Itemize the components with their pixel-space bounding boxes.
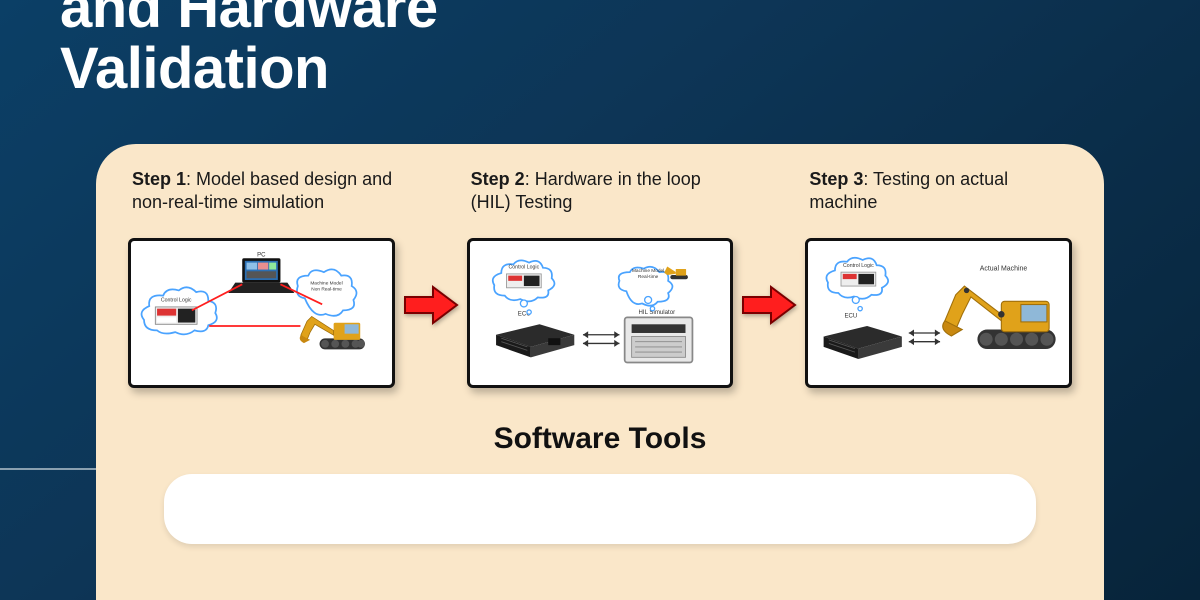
step-3-label: Step 3: Testing on actual machine (801, 168, 1076, 238)
step-3: Step 3: Testing on actual machine Contro… (801, 168, 1076, 388)
machine-model-cloud-icon: Machine Model Non Real-time (297, 269, 357, 315)
ecu-icon: ECU (824, 312, 902, 359)
hil-simulator-icon: HIL Simulator (624, 309, 692, 363)
control-logic-label: Control Logic (843, 263, 874, 269)
pc-label: PC (257, 252, 266, 259)
hil-label: HIL Simulator (638, 309, 675, 316)
control-logic-cloud-icon: Control Logic (827, 258, 889, 299)
excavator-icon (300, 316, 365, 349)
thought-bubble-icon (520, 300, 527, 307)
ecu-label: ECU (845, 312, 858, 319)
left-divider (0, 468, 96, 470)
control-logic-label: Control Logic (508, 265, 539, 271)
arrow-1 (403, 168, 459, 327)
title-line-1: and Hardware (60, 0, 438, 40)
step-1: Step 1: Model based design and non-real-… (124, 168, 399, 388)
step-2-num: Step 2 (471, 169, 525, 189)
step-1-label: Step 1: Model based design and non-real-… (124, 168, 399, 238)
control-logic-label: Control Logic (161, 298, 192, 304)
machine-model-cloud-icon: Machine Model Real-time (618, 267, 687, 306)
actual-machine-label-group: Actual Machine (980, 265, 1028, 272)
thought-bubble-icon (644, 296, 651, 303)
arrow-right-icon (741, 283, 797, 327)
step-2-label: Step 2: Hardware in the loop (HIL) Testi… (463, 168, 738, 238)
step-1-svg: PC Control Logic (131, 241, 392, 385)
thought-bubble-icon (650, 306, 654, 310)
thought-bubble-icon (858, 306, 862, 310)
machine-model-label: Machine Model (310, 280, 342, 286)
bidir-arrow-icon (583, 331, 619, 347)
step-1-num: Step 1 (132, 169, 186, 189)
step-3-num: Step 3 (809, 169, 863, 189)
title-line-2: Validation (60, 36, 329, 101)
machine-model-rt-label-2: Real-time (638, 274, 659, 280)
machine-model-rt-label-1: Machine Model (632, 268, 664, 274)
control-logic-cloud-icon: Control Logic (142, 287, 217, 334)
thought-bubble-icon (853, 296, 860, 303)
slide-title: and Hardware Validation (0, 0, 1200, 100)
software-tools-title: Software Tools (124, 422, 1076, 456)
step-1-illustration: PC Control Logic (128, 238, 395, 388)
step-3-svg: Control Logic ECU (808, 241, 1069, 385)
ecu-icon: ECU (496, 311, 574, 358)
software-tools-box (164, 474, 1036, 544)
step-2-illustration: Control Logic Machine Model Real-time (467, 238, 734, 388)
step-2-svg: Control Logic Machine Model Real-time (470, 241, 731, 385)
bidir-arrow-icon (909, 330, 940, 346)
actual-machine-label: Actual Machine (980, 265, 1028, 272)
steps-row: Step 1: Model based design and non-real-… (124, 168, 1076, 388)
step-3-illustration: Control Logic ECU (805, 238, 1072, 388)
control-logic-cloud-icon: Control Logic (492, 260, 554, 301)
diagram-panel: Step 1: Model based design and non-real-… (96, 144, 1104, 600)
step-2: Step 2: Hardware in the loop (HIL) Testi… (463, 168, 738, 388)
arrow-right-icon (403, 283, 459, 327)
excavator-icon (943, 286, 1056, 349)
arrow-2 (741, 168, 797, 327)
machine-model-label-2: Non Real-time (311, 286, 342, 292)
thought-bubble-icon (527, 310, 531, 314)
